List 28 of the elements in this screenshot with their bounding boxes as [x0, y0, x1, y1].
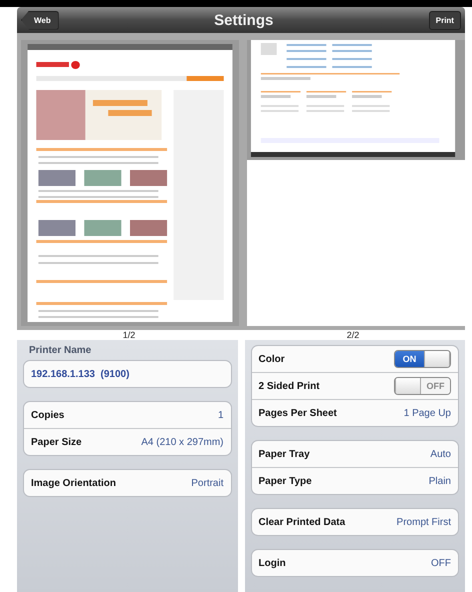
toggle-text: ON [395, 351, 424, 367]
setting-label: Pages Per Sheet [258, 408, 337, 418]
setting-label: 2 Sided Print [258, 380, 320, 392]
setting-label: Paper Type [258, 476, 312, 486]
setting-value[interactable]: 1 [218, 410, 224, 420]
setting-label: Login [258, 558, 286, 568]
page-number: 1/2 [122, 330, 136, 340]
setting-value[interactable]: OFF [431, 558, 451, 568]
setting-label: Color [258, 354, 285, 364]
setting-label: Paper Size [31, 436, 82, 448]
setting-label: Image Orientation [31, 478, 116, 488]
page-number: 2/2 [346, 330, 360, 340]
setting-value[interactable]: Auto [430, 448, 451, 460]
printer-address[interactable]: 192.168.1.133 (9100) [31, 368, 130, 380]
print-button[interactable]: Print [428, 10, 461, 30]
setting-value[interactable]: A4 (210 x 297mm) [141, 436, 224, 448]
setting-value[interactable]: 1 Page Up [404, 408, 451, 418]
setting-value[interactable]: Portrait [191, 478, 224, 488]
setting-label: Copies [31, 410, 64, 420]
toggle-text: OFF [421, 378, 450, 394]
toggle-switch[interactable]: ON [394, 350, 451, 368]
setting-value[interactable]: Plain [428, 476, 451, 486]
back-button[interactable]: Web [21, 10, 59, 30]
setting-label: Clear Printed Data [258, 516, 346, 528]
screen-title: Settings [214, 12, 274, 28]
setting-value[interactable]: Prompt First [396, 516, 451, 528]
section-header: Printer Name [28, 345, 92, 356]
setting-label: Paper Tray [258, 448, 310, 460]
